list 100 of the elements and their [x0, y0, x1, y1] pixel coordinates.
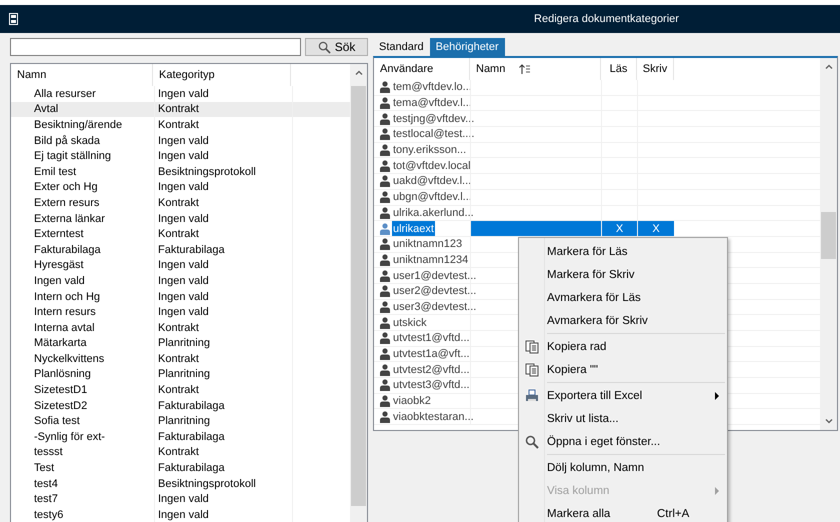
- category-row[interactable]: SizetestD1 Kontrakt: [11, 382, 350, 398]
- user-icon: [380, 270, 390, 282]
- table-cell: Fakturabilaga: [155, 460, 293, 476]
- sort-icon: [519, 64, 532, 74]
- menu-item[interactable]: Kopiera rad: [519, 335, 727, 358]
- table-cell: testy6: [33, 507, 155, 522]
- category-row[interactable]: Intern och Hg Ingen vald: [11, 288, 350, 304]
- table-cell: Besiktningsprotokoll: [155, 476, 293, 492]
- user-row[interactable]: ubgn@vftdev.l...: [374, 190, 820, 206]
- menu-item[interactable]: Exportera till Excel: [519, 384, 727, 407]
- column-header[interactable]: Namn: [11, 64, 153, 86]
- menu-item[interactable]: Öppna i eget fönster...: [519, 430, 727, 453]
- category-row[interactable]: Exter och Hg Ingen vald: [11, 180, 350, 196]
- table-cell-text: utskick: [392, 316, 428, 330]
- menu-item[interactable]: Skriv ut lista...: [519, 407, 727, 430]
- user-row[interactable]: uakd@vftdev.l...: [374, 174, 820, 190]
- user-row[interactable]: ulrikaext X X: [374, 221, 820, 237]
- menu-item[interactable]: Avmarkera för Läs: [519, 286, 727, 309]
- category-row[interactable]: tessst Kontrakt: [11, 444, 350, 460]
- menu-item[interactable]: Kopiera "": [519, 358, 727, 381]
- column-header[interactable]: Namn: [470, 58, 601, 80]
- scroll-up-icon: [354, 70, 362, 75]
- table-cell: Ej tagit ställning: [33, 148, 155, 164]
- table-cell: test7: [33, 491, 155, 508]
- category-row[interactable]: Interna avtal Kontrakt: [11, 320, 350, 336]
- table-cell: Ingen vald: [155, 258, 293, 274]
- category-row[interactable]: Intern resurs Ingen vald: [11, 304, 350, 320]
- category-row[interactable]: Extern resurs Kontrakt: [11, 195, 350, 211]
- table-cell: Fakturabilaga: [33, 242, 155, 258]
- category-row[interactable]: Planlösning Planritning: [11, 366, 350, 382]
- category-row[interactable]: Test Fakturabilaga: [11, 460, 350, 476]
- table-cell: testlocal@test....: [392, 127, 476, 142]
- user-row[interactable]: testlocal@test....: [374, 127, 820, 143]
- table-cell: Planritning: [155, 366, 293, 382]
- tab[interactable]: Standard: [373, 38, 430, 56]
- column-header[interactable]: Skriv: [637, 58, 674, 80]
- column-header[interactable]: Kategorityp: [153, 64, 291, 86]
- user-icon: [380, 300, 390, 313]
- category-row[interactable]: Externa länkar Ingen vald: [11, 210, 350, 226]
- user-icon: [380, 160, 390, 172]
- category-row[interactable]: Nyckelkvittens Kontrakt: [11, 351, 350, 367]
- user-row[interactable]: testjng@vftdev...: [374, 111, 820, 128]
- column-header[interactable]: Användare: [374, 58, 470, 80]
- scrollbar[interactable]: [820, 58, 837, 430]
- menu-item[interactable]: Markera alla Ctrl+A: [519, 502, 727, 522]
- category-row[interactable]: -Synlig för ext- Fakturabilaga: [11, 429, 350, 445]
- user-row[interactable]: tema@vftdev.l...: [374, 96, 820, 112]
- table-cell-text: utvtest1a@vft...: [392, 347, 471, 362]
- table-cell: X: [601, 221, 637, 236]
- category-row[interactable]: Bild på skada Ingen vald: [11, 132, 350, 148]
- category-row[interactable]: Avtal Kontrakt: [11, 102, 350, 118]
- category-row[interactable]: SizetestD2 Fakturabilaga: [11, 398, 350, 414]
- category-row[interactable]: Externtest Kontrakt: [11, 226, 350, 242]
- table-cell: Emil test: [33, 164, 155, 180]
- category-row[interactable]: Besiktning/ärende Kontrakt: [11, 117, 350, 133]
- user-icon: [380, 238, 390, 250]
- scrollbar-thumb[interactable]: [821, 212, 836, 259]
- table-cell: Ingen vald: [155, 507, 293, 522]
- user-icon: [380, 128, 390, 140]
- scrollbar-thumb[interactable]: [351, 86, 366, 506]
- table-cell: user3@devtest...: [392, 300, 478, 314]
- table-cell: Nyckelkvittens: [33, 351, 155, 367]
- user-icon: [380, 191, 390, 204]
- table-cell: Exter och Hg: [33, 180, 155, 196]
- table-cell: Externa länkar: [33, 210, 155, 226]
- user-icon: [380, 222, 390, 235]
- table-cell: Sofia test: [33, 413, 155, 430]
- table-cell: X: [637, 221, 674, 236]
- table-cell: Avtal: [33, 102, 155, 118]
- category-row[interactable]: Fakturabilaga Fakturabilaga: [11, 242, 350, 258]
- category-row[interactable]: Hyresgäst Ingen vald: [11, 258, 350, 274]
- category-row[interactable]: Ej tagit ställning Ingen vald: [11, 148, 350, 164]
- tab[interactable]: Behörigheter: [430, 38, 505, 56]
- category-row[interactable]: Mätarkarta Planritning: [11, 336, 350, 352]
- category-row[interactable]: Emil test Besiktningsprotokoll: [11, 164, 350, 180]
- table-cell: Ingen vald: [155, 132, 293, 148]
- table-cell: test4: [33, 476, 155, 492]
- search-field[interactable]: [10, 38, 302, 56]
- scroll-down-icon: [824, 419, 832, 424]
- scrollbar[interactable]: [350, 64, 367, 522]
- table-cell: utvtest3@vftd...: [392, 378, 471, 393]
- category-row[interactable]: testy6 Ingen vald: [11, 507, 350, 522]
- table-cell: utvtest1@vftd...: [392, 331, 471, 346]
- user-row[interactable]: tot@vftdev.local: [374, 158, 820, 174]
- menu-item[interactable]: Dölj kolumn, Namn: [519, 456, 727, 479]
- category-row[interactable]: test4 Besiktningsprotokoll: [11, 476, 350, 492]
- user-icon: [380, 316, 390, 329]
- user-row[interactable]: tem@vftdev.lo...: [374, 80, 820, 96]
- table-cell-text: tema@vftdev.l...: [392, 96, 473, 110]
- menu-item[interactable]: Markera för Läs: [519, 240, 727, 263]
- table-cell-text: ubgn@vftdev.l...: [392, 190, 473, 204]
- search-button[interactable]: Sök: [305, 38, 368, 56]
- category-row[interactable]: Ingen vald Ingen vald: [11, 273, 350, 289]
- column-header[interactable]: Läs: [601, 58, 637, 80]
- table-cell: Kontrakt: [155, 102, 293, 118]
- category-row[interactable]: test7 Ingen vald: [11, 491, 350, 508]
- user-icon: [380, 81, 390, 94]
- user-row[interactable]: tony.eriksson...: [374, 142, 820, 158]
- table-cell: Hyresgäst: [33, 258, 155, 274]
- category-row[interactable]: Sofia test Planritning: [11, 413, 350, 430]
